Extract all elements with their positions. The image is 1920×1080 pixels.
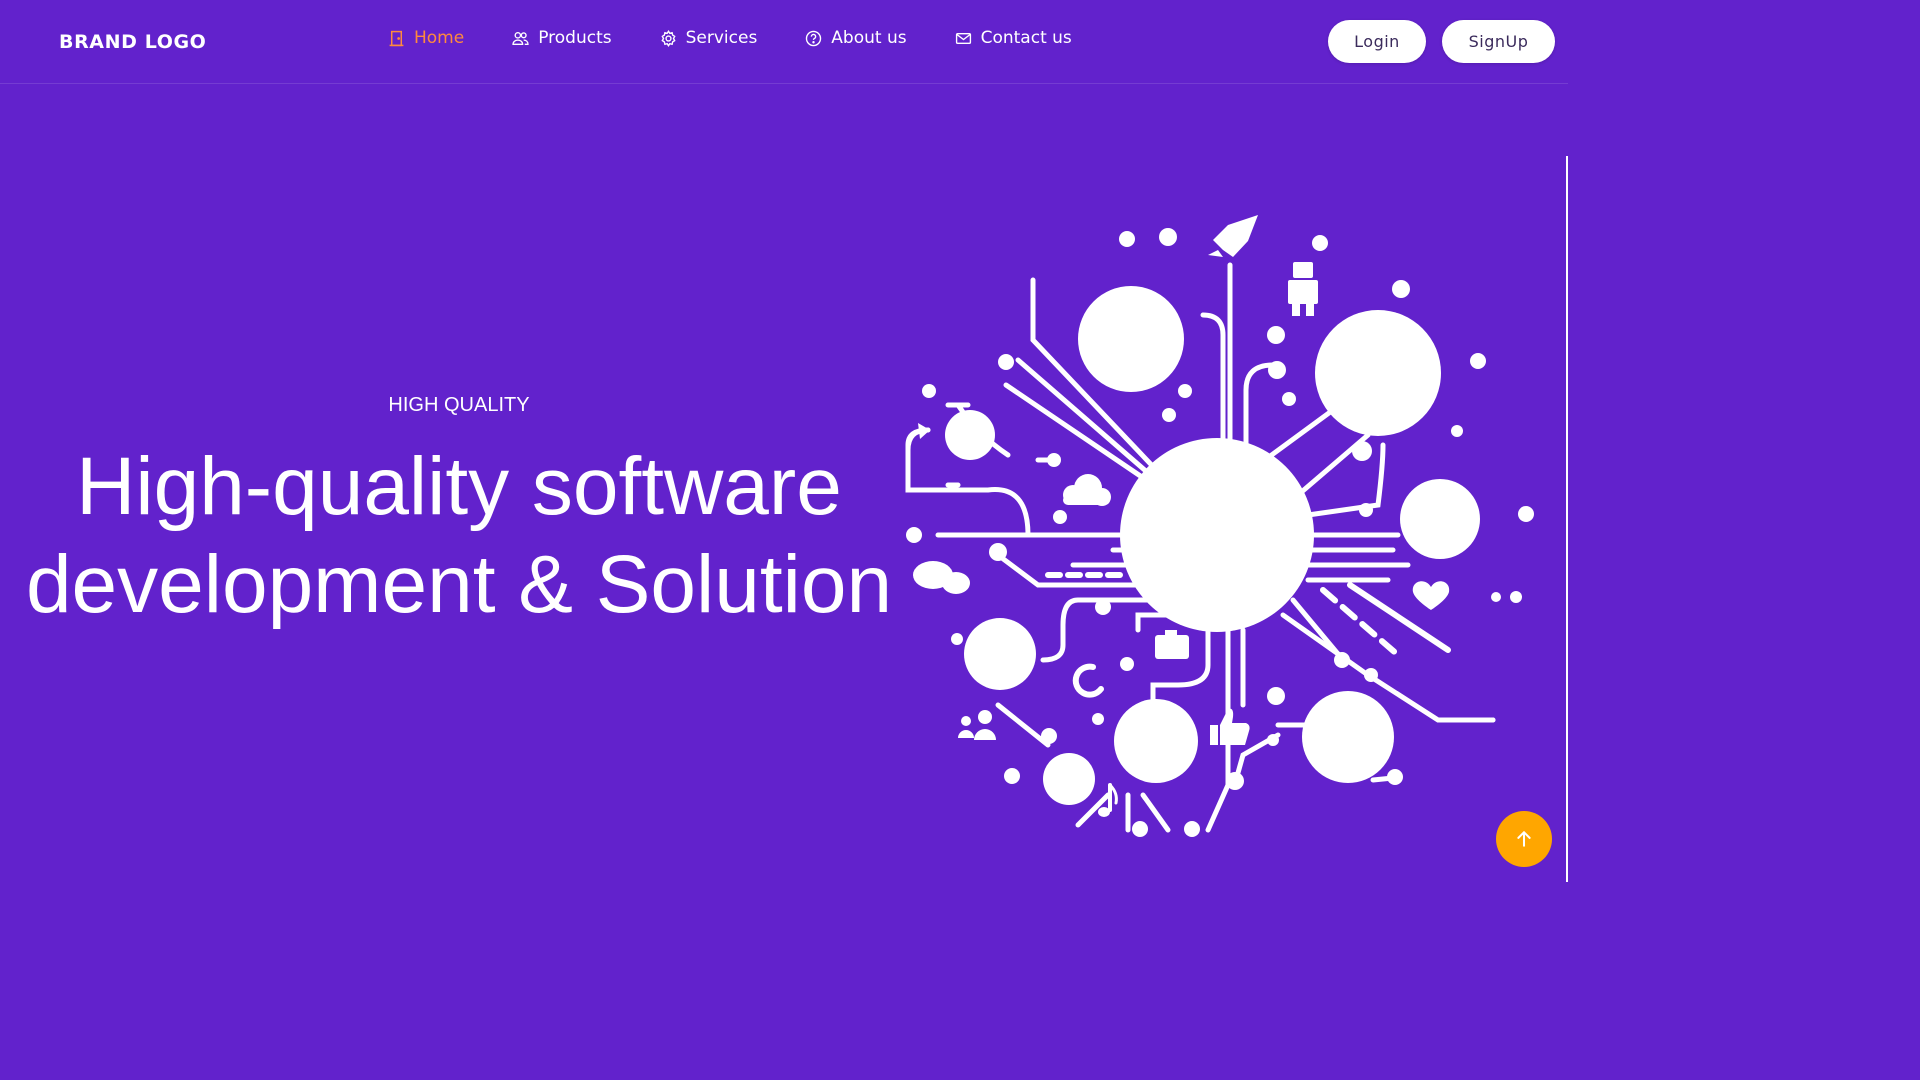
question-circle-icon [806,30,822,46]
nav-item-contact[interactable]: Contact us [955,28,1072,48]
nav-item-about[interactable]: About us [805,28,907,48]
users-icon [512,31,529,45]
scroll-to-top-button[interactable] [1496,811,1552,867]
people-icon [958,710,996,740]
nav-item-label: Products [538,28,612,48]
nav-item-label: Contact us [980,28,1072,48]
nav-item-label: Services [685,28,758,48]
envelope-icon [955,32,971,44]
door-icon [389,30,404,46]
rocket-icon [1208,215,1258,257]
nav-item-services[interactable]: Services [660,28,758,48]
login-button[interactable]: Login [1328,20,1426,63]
signup-button[interactable]: SignUp [1442,20,1555,63]
nav-item-home[interactable]: Home [388,28,464,48]
nav-item-label: About us [831,28,907,48]
gear-icon [661,29,676,47]
technology-network-illustration [905,215,1534,837]
navbar: BRAND LOGO Home Products Services About … [0,0,1568,84]
hero-eyebrow: HIGH QUALITY [388,394,530,416]
cloud-icon [1063,474,1111,506]
hero-title-line-2: development & Solution [25,539,893,630]
share-arrow-icon [905,423,931,468]
nav-item-label: Home [414,28,465,48]
arrow-up-icon [1517,830,1531,847]
robot-icon [1288,262,1318,316]
camera-icon [1155,630,1189,659]
nav-item-products[interactable]: Products [512,28,612,48]
hero-title: High-quality software development & Solu… [0,438,918,634]
page-scrollbar[interactable] [1566,156,1568,882]
chat-bubbles-icon [913,561,970,594]
refresh-icon [1072,663,1104,698]
brand-logo[interactable]: BRAND LOGO [59,31,206,53]
main-nav: Home Products Services About us Contact … [388,28,1120,48]
thumbs-up-icon [1210,708,1250,745]
heart-icon [1412,581,1450,610]
hero-title-line-1: High-quality software [76,441,842,532]
